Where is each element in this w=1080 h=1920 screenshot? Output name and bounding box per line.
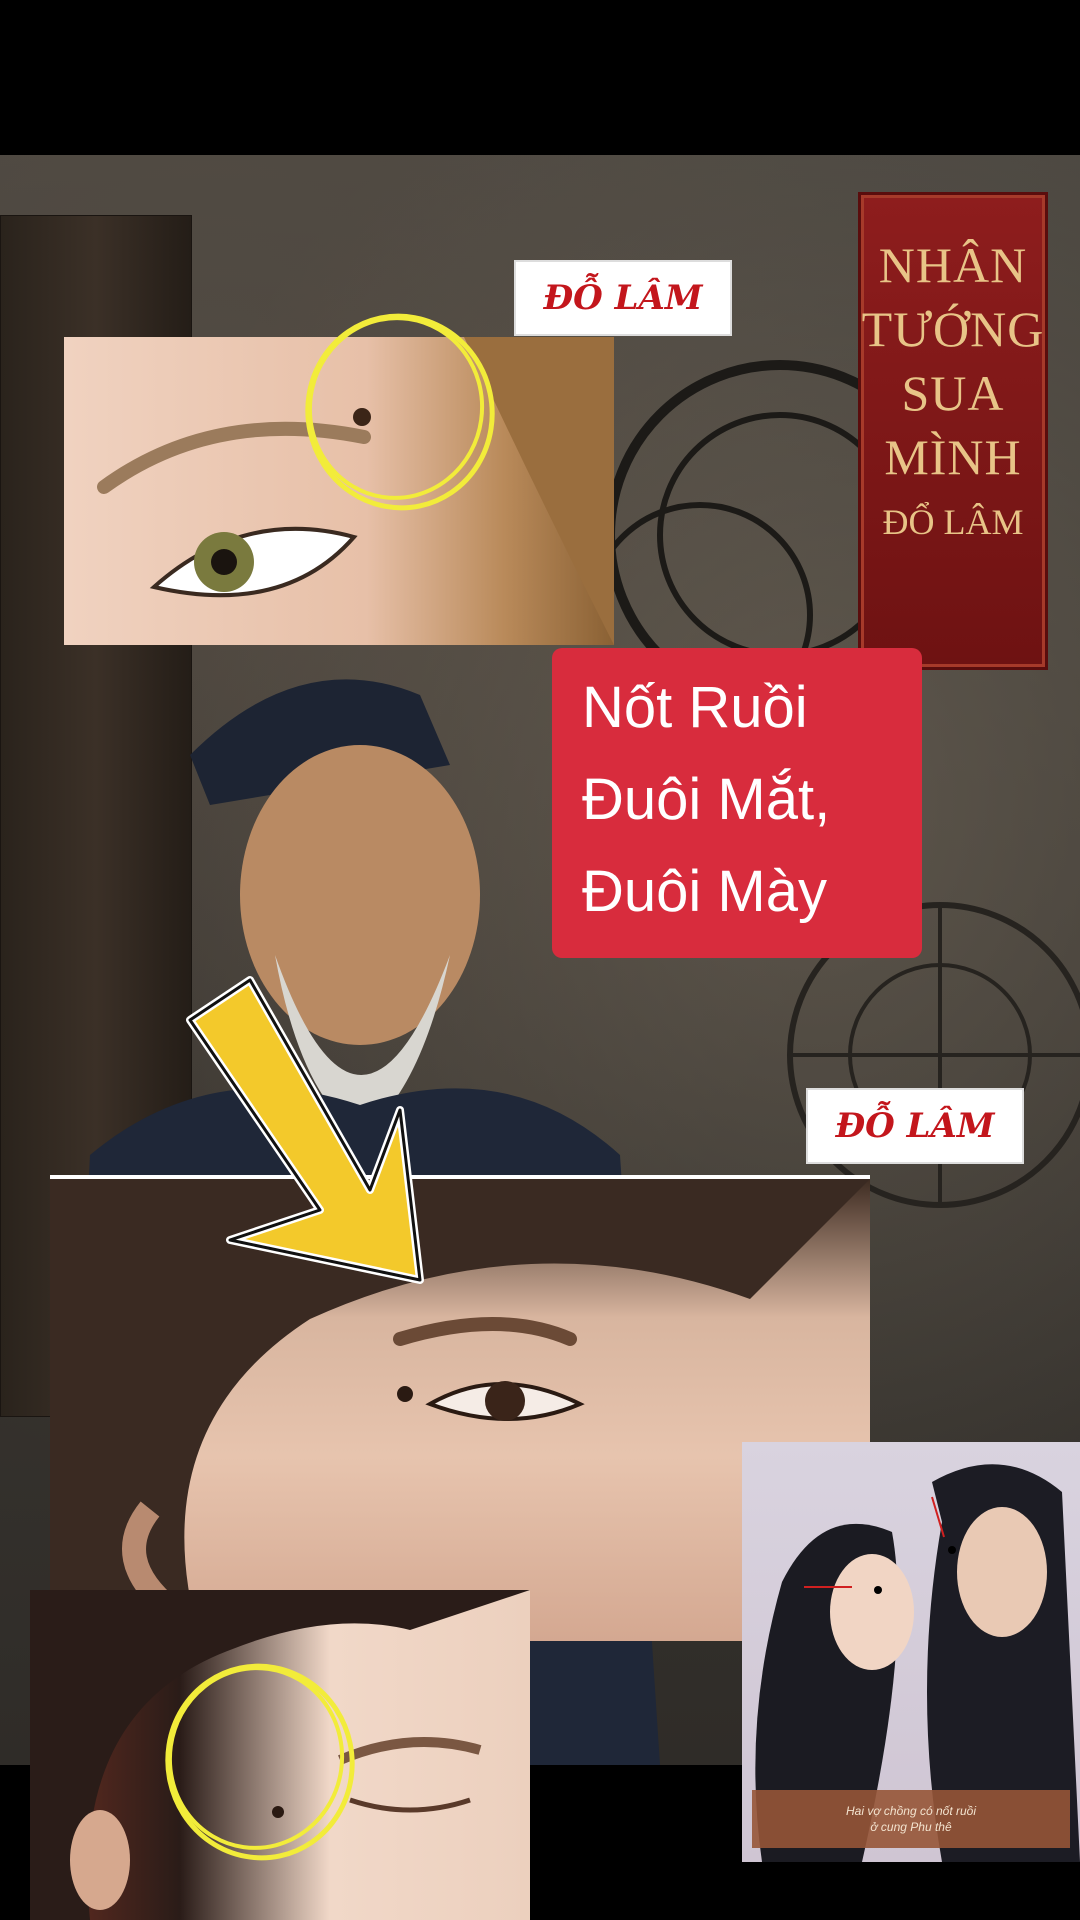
book-cover: NHÂN TƯỚNG SUA MÌNH ĐỔ LÂM: [858, 192, 1048, 670]
couple-caption-line-1: Hai vợ chồng có nốt ruồi: [846, 1804, 976, 1818]
mole-dot: [397, 1386, 413, 1402]
couple-illustration: Hai vợ chồng có nốt ruồi ở cung Phu thê: [742, 1442, 1080, 1862]
highlight-circle-top: [305, 313, 495, 511]
couple-caption: Hai vợ chồng có nốt ruồi ở cung Phu thê: [752, 1790, 1070, 1848]
watermark-tag-middle: ĐỖ LÂM: [808, 1090, 1022, 1162]
book-title-line-2: TƯỚNG: [861, 301, 1045, 357]
book-title-line-4: MÌNH: [884, 429, 1022, 485]
title-line-2: Đuôi Mắt,: [582, 767, 831, 832]
title-line-3: Đuôi Mày: [582, 859, 827, 924]
book-title-line-3: SUA: [901, 365, 1005, 421]
watermark-tag-top: ĐỖ LÂM: [516, 262, 730, 334]
couple-caption-line-2: ở cung Phu thê: [870, 1820, 952, 1834]
video-title: Nốt Ruồi Đuôi Mắt, Đuôi Mày: [552, 648, 922, 958]
highlight-circle-bottom: [165, 1663, 355, 1861]
book-author: ĐỔ LÂM: [882, 502, 1024, 542]
book-title-line-1: NHÂN: [878, 237, 1028, 293]
arrow-down-icon: [186, 976, 424, 1284]
title-line-1: Nốt Ruồi: [582, 675, 808, 740]
